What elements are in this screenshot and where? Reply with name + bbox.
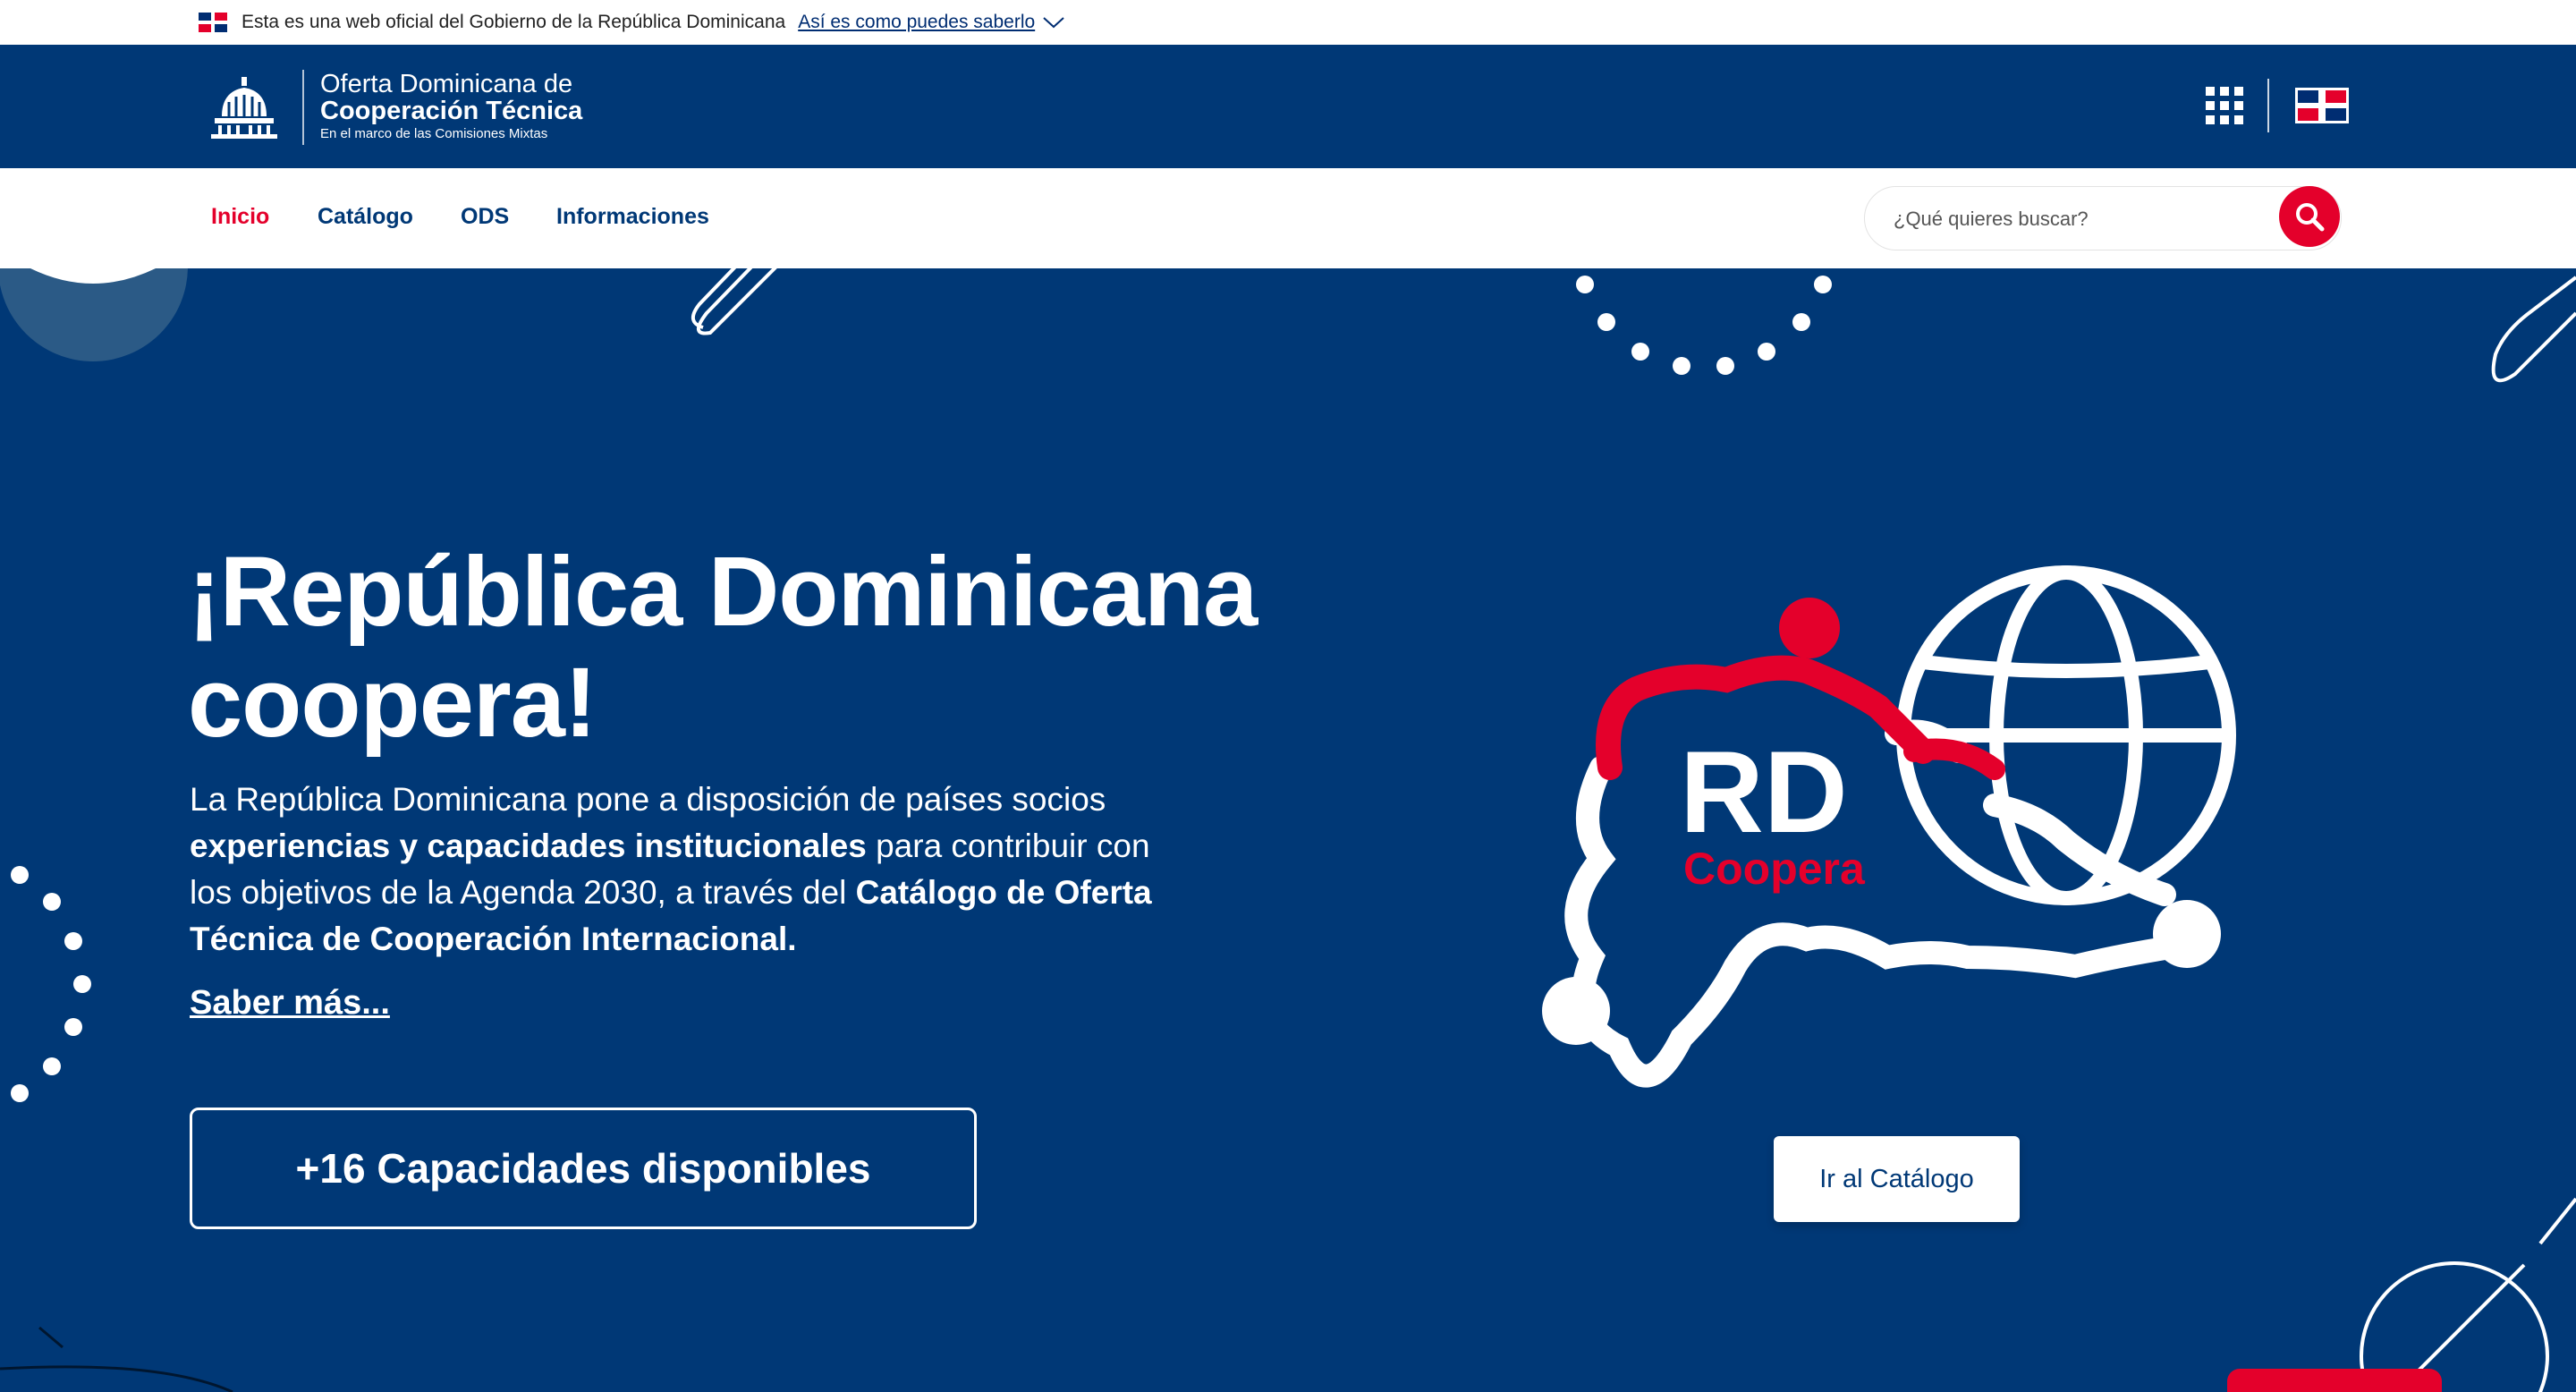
apps-grid-icon[interactable]	[2206, 87, 2243, 124]
red-floating-tab[interactable]	[2227, 1369, 2442, 1392]
dome-emblem-icon	[211, 77, 277, 139]
hero-desc-bold1: experiencias y capacidades institucional…	[190, 828, 867, 864]
hero-title-line1: ¡República Dominicana	[188, 537, 1258, 647]
nav-item-informaciones[interactable]: Informaciones	[556, 204, 709, 230]
capacidades-button[interactable]: +16 Capacidades disponibles	[190, 1108, 977, 1229]
hero-desc-text1: La República Dominicana pone a disposici…	[190, 781, 1106, 818]
logo-text: Oferta Dominicana de Cooperación Técnica…	[320, 71, 582, 144]
coopera-logo-text: Coopera	[1683, 844, 1866, 894]
hero-title-line2: coopera!	[188, 648, 597, 758]
site-header: Oferta Dominicana de Cooperación Técnica…	[0, 45, 2576, 168]
gov-banner: Esta es una web oficial del Gobierno de …	[0, 0, 2576, 45]
logo-line3: En el marco de las Comisiones Mixtas	[320, 126, 548, 141]
hero-section: ¡República Dominicana coopera! La Repúbl…	[0, 268, 2576, 1392]
dominican-flag-icon	[199, 13, 227, 32]
search-box	[1864, 186, 2342, 250]
nav-item-ods[interactable]: ODS	[461, 204, 509, 230]
search-icon	[2296, 203, 2325, 232]
header-divider	[2267, 79, 2269, 132]
rd-logo-text: RD	[1680, 726, 1848, 857]
rd-coopera-logo: RD Coopera	[1542, 565, 2236, 1088]
nav-item-catalogo[interactable]: Catálogo	[318, 204, 413, 230]
hero-title: ¡República Dominicana coopera!	[188, 537, 1351, 759]
hero-description: La República Dominicana pone a disposici…	[190, 777, 1191, 963]
chevron-down-icon[interactable]	[1042, 16, 1065, 29]
logo-line1: Oferta Dominicana de	[320, 70, 573, 98]
gov-banner-link[interactable]: Así es como puedes saberlo	[798, 12, 1035, 33]
site-logo[interactable]: Oferta Dominicana de Cooperación Técnica…	[209, 70, 582, 145]
nav-item-inicio[interactable]: Inicio	[211, 204, 269, 230]
main-nav: Inicio Catálogo ODS Informaciones	[0, 168, 2576, 268]
ir-al-catalogo-button[interactable]: Ir al Catálogo	[1774, 1136, 2020, 1222]
logo-divider	[302, 70, 304, 145]
search-input[interactable]	[1894, 205, 2269, 233]
logo-line2: Cooperación Técnica	[320, 97, 583, 125]
gov-banner-text: Esta es una web oficial del Gobierno de …	[242, 12, 786, 32]
search-button[interactable]	[2279, 186, 2340, 247]
saber-mas-link[interactable]: Saber más...	[190, 984, 390, 1023]
dominican-flag-icon[interactable]	[2295, 88, 2349, 123]
